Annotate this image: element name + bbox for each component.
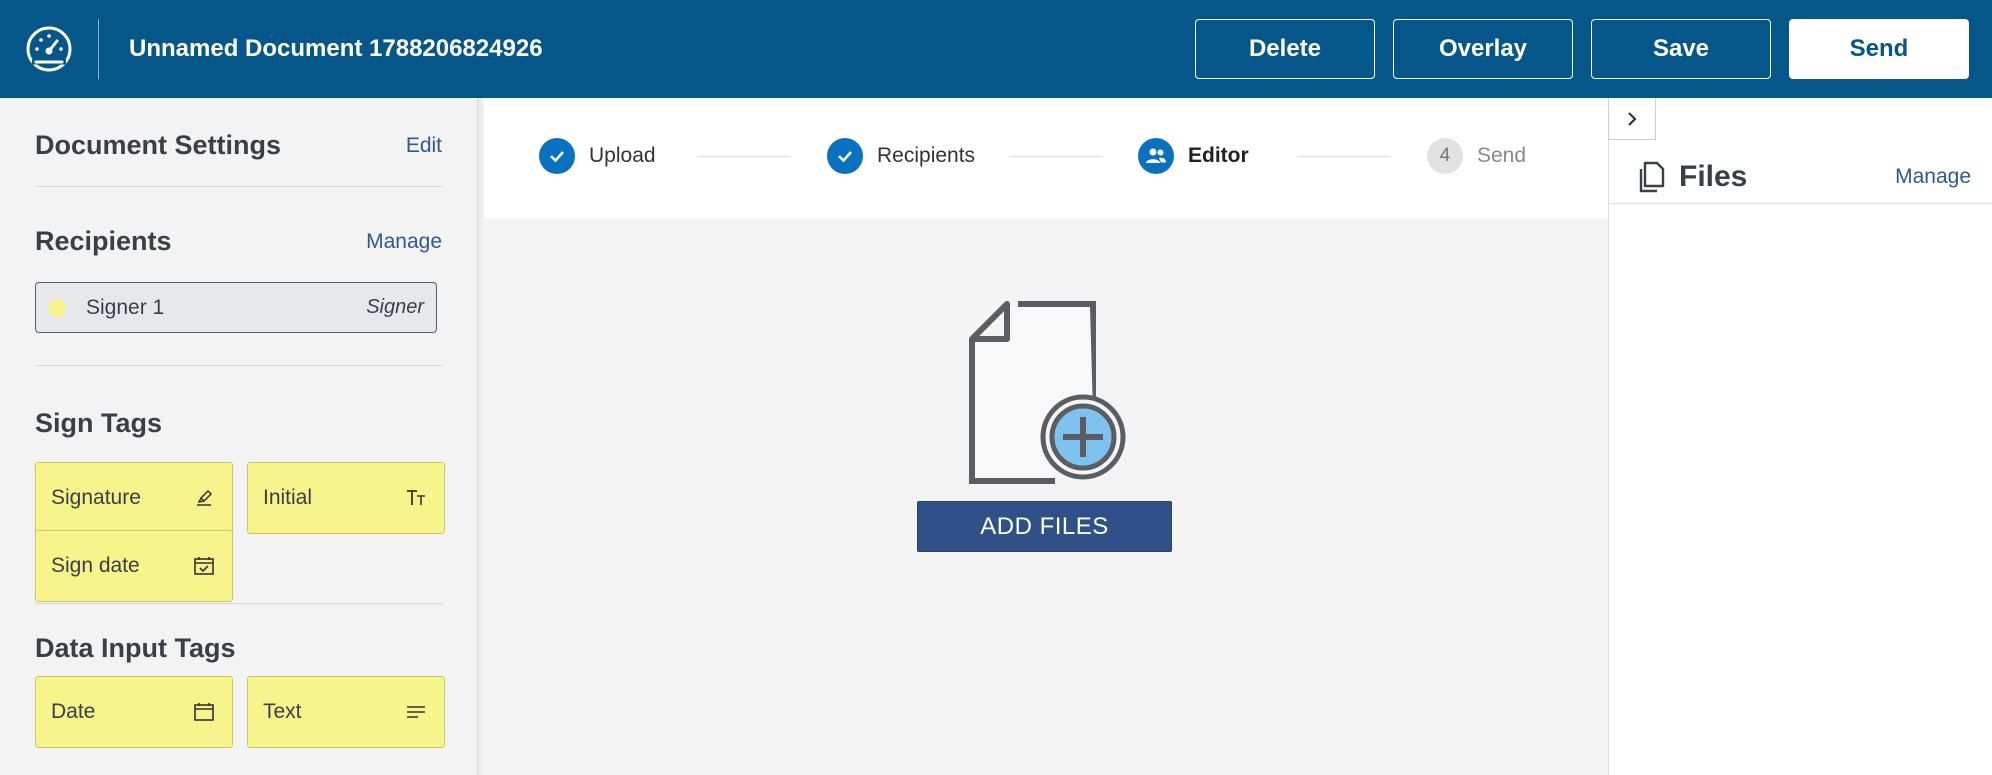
step-label: Editor: [1188, 144, 1249, 167]
tag-date[interactable]: Date: [35, 676, 233, 748]
text-lines-icon: [407, 706, 425, 718]
recipients-header: Recipients Manage: [35, 226, 442, 257]
tag-signature[interactable]: Signature: [35, 462, 233, 534]
header-actions: Delete Overlay Save Send: [1195, 19, 1969, 79]
sign-tags-header: Sign Tags: [35, 408, 442, 439]
recipient-name: Signer 1: [86, 295, 165, 319]
recipients-title: Recipients: [35, 226, 172, 256]
check-icon: [539, 138, 575, 174]
file-add-icon: [969, 301, 1126, 484]
calendar-check-icon: [194, 557, 214, 575]
save-button[interactable]: Save: [1591, 19, 1771, 79]
divider: [35, 365, 443, 366]
recipient-role: Signer: [366, 296, 424, 318]
calendar-icon: [194, 703, 214, 721]
document-title: Unnamed Document 1788206824926: [129, 35, 543, 62]
divider: [35, 186, 443, 187]
pen-icon: [197, 489, 213, 506]
right-panel: Files Manage: [1608, 98, 1992, 775]
files-header: Files Manage: [1609, 150, 1992, 204]
step-label: Upload: [589, 144, 656, 167]
editor-canvas: ADD FILES: [484, 218, 1608, 775]
step-editor[interactable]: Editor: [1138, 138, 1249, 174]
speedometer-icon: [26, 26, 72, 72]
tag-label: Sign date: [51, 554, 140, 577]
tag-text[interactable]: Text: [247, 676, 445, 748]
overlay-button[interactable]: Overlay: [1393, 19, 1573, 79]
data-input-tags-title: Data Input Tags: [35, 633, 236, 663]
check-icon: [827, 138, 863, 174]
tag-initial[interactable]: Initial: [247, 462, 445, 534]
step-connector: [1298, 156, 1390, 157]
recipients-manage-link[interactable]: Manage: [366, 230, 442, 254]
left-sidebar: Document Settings Edit Recipients Manage…: [0, 98, 478, 775]
step-connector: [698, 156, 790, 157]
chevron-right-icon: [1628, 111, 1637, 126]
recipient-item[interactable]: Signer 1 Signer: [35, 282, 437, 333]
tag-label: Initial: [263, 486, 313, 509]
send-button[interactable]: Send: [1789, 19, 1969, 79]
delete-button[interactable]: Delete: [1195, 19, 1375, 79]
document-settings-header: Document Settings Edit: [35, 130, 442, 161]
files-icon: [1639, 161, 1665, 192]
tag-label: Text: [263, 700, 302, 723]
collapse-panel-button[interactable]: [1608, 98, 1656, 140]
tag-label: Signature: [51, 486, 141, 509]
users-icon: [1138, 138, 1174, 174]
data-input-tags-header: Data Input Tags: [35, 633, 442, 664]
recipient-color-dot: [48, 298, 66, 317]
step-label: Recipients: [877, 144, 976, 167]
tag-label: Date: [51, 700, 96, 723]
step-send[interactable]: 4 Send: [1427, 138, 1526, 174]
add-files-button[interactable]: ADD FILES: [917, 501, 1172, 552]
step-upload[interactable]: Upload: [539, 138, 656, 174]
progress-stepper: Upload Recipients Editor 4 Send: [484, 98, 1608, 218]
header-divider: [98, 19, 99, 79]
document-settings-edit-link[interactable]: Edit: [406, 134, 442, 158]
step-number: 4: [1427, 138, 1463, 174]
tag-sign-date[interactable]: Sign date: [35, 530, 233, 602]
step-connector: [1010, 156, 1102, 157]
sign-tags-title: Sign Tags: [35, 408, 163, 438]
step-label: Send: [1477, 144, 1527, 167]
files-title: Files: [1679, 159, 1748, 193]
dashboard-logo[interactable]: [0, 0, 98, 98]
step-recipients[interactable]: Recipients: [827, 138, 975, 174]
text-size-icon: [407, 490, 425, 505]
document-settings-title: Document Settings: [35, 130, 282, 160]
files-manage-link[interactable]: Manage: [1895, 165, 1971, 189]
divider: [35, 603, 443, 604]
top-header: Unnamed Document 1788206824926 Delete Ov…: [0, 0, 1992, 98]
